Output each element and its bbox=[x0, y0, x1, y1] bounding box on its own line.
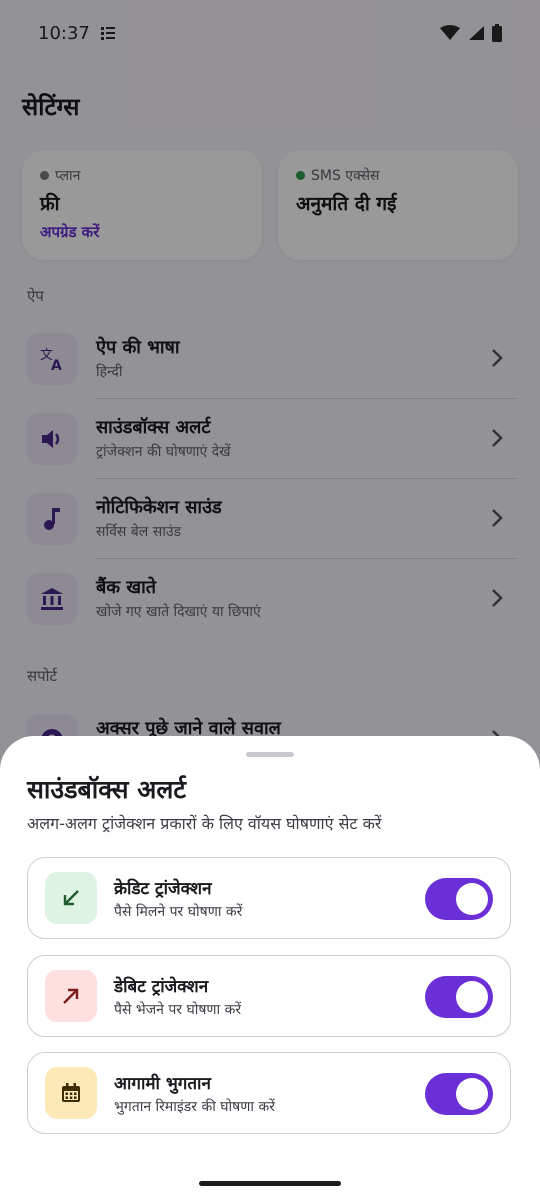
option-title: डेबिट ट्रांजेक्शन bbox=[114, 977, 209, 997]
credit-toggle[interactable] bbox=[425, 878, 493, 920]
toggle-knob bbox=[456, 883, 488, 915]
option-subtitle: पैसे भेजने पर घोषणा करें bbox=[114, 1002, 242, 1018]
debit-toggle[interactable] bbox=[425, 976, 493, 1018]
sheet-title: साउंडबॉक्स अलर्ट bbox=[27, 775, 186, 804]
toggle-knob bbox=[456, 981, 488, 1013]
option-credit-transaction[interactable]: क्रेडिट ट्रांजेक्शन पैसे मिलने पर घोषणा … bbox=[27, 857, 511, 939]
calendar-icon bbox=[45, 1067, 97, 1119]
soundbox-alert-sheet: साउंडबॉक्स अलर्ट अलग-अलग ट्रांजेक्शन प्र… bbox=[0, 736, 540, 1200]
option-subtitle: पैसे मिलने पर घोषणा करें bbox=[114, 904, 243, 920]
option-debit-transaction[interactable]: डेबिट ट्रांजेक्शन पैसे भेजने पर घोषणा कर… bbox=[27, 955, 511, 1037]
gesture-nav-bar[interactable] bbox=[199, 1181, 341, 1186]
arrow-up-right-icon bbox=[45, 970, 97, 1022]
sheet-drag-handle[interactable] bbox=[246, 752, 294, 757]
sheet-subtitle: अलग-अलग ट्रांजेक्शन प्रकारों के लिए वॉयस… bbox=[27, 814, 382, 833]
option-upcoming-payment[interactable]: आगामी भुगतान भुगतान रिमाइंडर की घोषणा कर… bbox=[27, 1052, 511, 1134]
option-title: क्रेडिट ट्रांजेक्शन bbox=[114, 879, 212, 899]
option-subtitle: भुगतान रिमाइंडर की घोषणा करें bbox=[114, 1099, 275, 1115]
option-title: आगामी भुगतान bbox=[114, 1074, 211, 1094]
upcoming-payment-toggle[interactable] bbox=[425, 1073, 493, 1115]
arrow-down-left-icon bbox=[45, 872, 97, 924]
toggle-knob bbox=[456, 1078, 488, 1110]
